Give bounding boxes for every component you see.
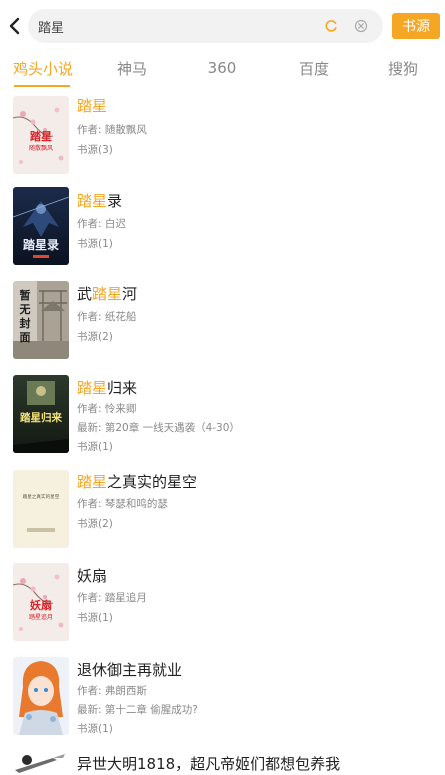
cover-title: 踏星归来: [20, 411, 62, 424]
book-title: 踏星之真实的星空: [77, 473, 198, 491]
book-list-item[interactable]: 退休御主再就业 作者: 弗朗西斯 最新: 第十二章 偷腥成功? 书源(1): [0, 656, 445, 746]
chevron-left-icon: [9, 17, 20, 35]
book-author: 作者: 纸花船: [77, 311, 137, 323]
book-title: 踏星归来: [77, 379, 138, 397]
book-sources: 书源(2): [77, 518, 113, 530]
tab-360[interactable]: 360: [190, 52, 254, 84]
book-list-item[interactable]: 暂 无 封 面 武踏星河 作者: 纸花船 书源(2): [0, 280, 445, 370]
book-author: 作者: 白迟: [77, 218, 126, 230]
book-cover: [13, 750, 69, 775]
svg-text:暂: 暂: [20, 288, 31, 302]
book-sources: 书源(1): [77, 723, 113, 735]
book-list-item[interactable]: 踏星归来 踏星归来 作者: 怜来卿 最新: 第20章 一线天遇袭（4-30） 书…: [0, 374, 445, 466]
book-title: 踏星: [77, 97, 108, 115]
active-tab-indicator: [14, 85, 70, 87]
cover-title: 妖扇: [30, 598, 52, 612]
book-cover: 妖扇 踏星追月: [13, 563, 69, 641]
cover-author: 随散飘风: [29, 144, 53, 152]
book-author: 作者: 随散飘风: [77, 124, 147, 136]
svg-text:封: 封: [20, 316, 31, 330]
book-sources: 书源(3): [77, 144, 113, 156]
book-sources: 书源(1): [77, 612, 113, 624]
tab-sogou[interactable]: 搜狗: [371, 52, 435, 84]
book-list-item[interactable]: 异世大明1818，超凡帝姬们都想包养我: [0, 750, 445, 775]
book-title: 妖扇: [77, 567, 108, 585]
cover-title: 踏星之真实的星空: [23, 493, 60, 500]
book-cover: [13, 657, 69, 735]
book-author: 作者: 弗朗西斯: [77, 685, 147, 697]
book-source-button[interactable]: 书源: [392, 13, 440, 39]
book-title: 踏星录: [77, 192, 123, 210]
loading-spinner-icon: [325, 20, 337, 32]
book-author: 作者: 琴瑟和鸣的瑟: [77, 498, 168, 510]
book-title: 武踏星河: [77, 285, 138, 303]
cover-title: 踏星: [30, 129, 52, 143]
tab-jitou[interactable]: 鸡头小说: [8, 52, 78, 84]
book-list-item[interactable]: 妖扇 踏星追月 妖扇 作者: 踏星追月 书源(1): [0, 562, 445, 652]
tab-baidu[interactable]: 百度: [282, 52, 346, 84]
book-sources: 书源(1): [77, 238, 113, 250]
book-sources: 书源(2): [77, 331, 113, 343]
search-engine-tabs: 鸡头小说 神马 360 百度 搜狗: [0, 52, 445, 88]
top-bar: 书源: [0, 0, 445, 52]
svg-text:无: 无: [19, 303, 31, 316]
book-author: 作者: 怜来卿: [77, 403, 137, 415]
book-list-item[interactable]: 踏星录 踏星录 作者: 白迟 书源(1): [0, 187, 445, 277]
cover-title: 踏星录: [23, 237, 59, 252]
book-title: 异世大明1818，超凡帝姬们都想包养我: [77, 755, 341, 773]
book-cover: 踏星 随散飘风: [13, 96, 69, 174]
search-box: [28, 9, 383, 43]
book-cover: 踏星归来: [13, 375, 69, 453]
book-cover: 踏星录: [13, 187, 69, 265]
book-list-item[interactable]: 踏星 随散飘风 踏星 作者: 随散飘风 书源(3): [0, 92, 445, 182]
back-button[interactable]: [4, 12, 24, 40]
svg-text:面: 面: [20, 331, 31, 344]
book-title: 退休御主再就业: [77, 661, 183, 679]
book-list-item[interactable]: 踏星之真实的星空 踏星之真实的星空 作者: 琴瑟和鸣的瑟 书源(2): [0, 468, 445, 558]
book-author: 作者: 踏星追月: [77, 592, 147, 604]
book-sources: 书源(1): [77, 441, 113, 453]
tab-shenma[interactable]: 神马: [100, 52, 164, 84]
cover-author: 踏星追月: [29, 613, 53, 621]
book-cover: 暂 无 封 面: [13, 281, 69, 359]
book-latest-chapter: 最新: 第20章 一线天遇袭（4-30）: [77, 422, 240, 434]
book-cover: 踏星之真实的星空: [13, 470, 69, 548]
clear-icon[interactable]: [354, 19, 368, 33]
search-input[interactable]: [38, 9, 308, 43]
book-latest-chapter: 最新: 第十二章 偷腥成功?: [77, 704, 198, 716]
